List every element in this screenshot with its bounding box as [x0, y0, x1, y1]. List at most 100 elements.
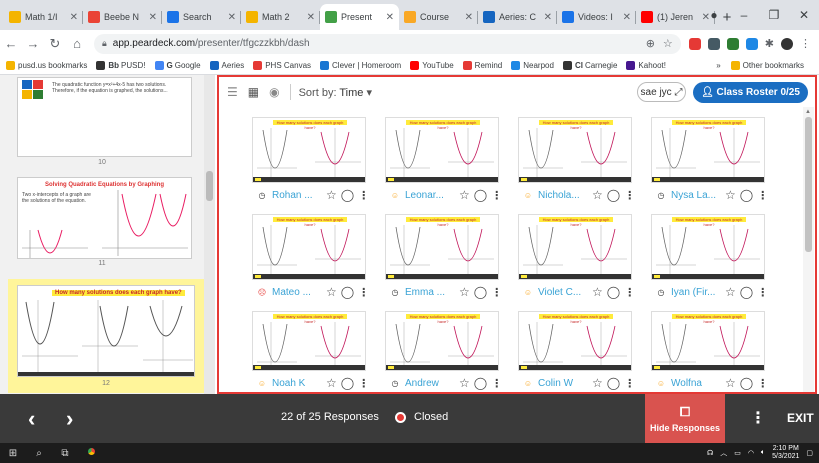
tab-close-icon[interactable]: ✕ — [386, 12, 394, 23]
browser-tab[interactable]: Aeries: C ✕ — [478, 4, 557, 30]
slide-panel-scrollbar[interactable] — [204, 75, 215, 394]
more-bookmarks-button[interactable]: » — [716, 61, 720, 70]
task-view-icon[interactable]: ⧉ — [52, 448, 78, 459]
star-icon[interactable]: ☆ — [459, 285, 470, 299]
student-name[interactable]: Leonar... — [405, 190, 455, 201]
response-grid-scrollbar[interactable]: ▲ — [803, 107, 814, 392]
people-icon[interactable]: ☊ — [707, 449, 713, 457]
extension-icon[interactable] — [688, 37, 701, 50]
avatar[interactable] — [781, 37, 793, 50]
tab-close-icon[interactable]: ✕ — [623, 12, 631, 23]
more-options-icon[interactable]: ⋮ — [491, 286, 502, 299]
star-icon[interactable]: ☆ — [592, 285, 603, 299]
comment-icon[interactable]: ◯ — [341, 376, 354, 390]
tab-close-icon[interactable]: ✕ — [307, 12, 315, 23]
more-options-icon[interactable]: ⋮ — [624, 286, 635, 299]
bookmark-item[interactable]: Aeries — [209, 61, 244, 70]
slide-thumbnail-12[interactable]: How many solutions does each graph have? — [17, 285, 195, 377]
star-icon[interactable]: ☆ — [326, 376, 337, 390]
student-name[interactable]: Iyan (Fir... — [671, 287, 721, 298]
tab-close-icon[interactable]: ✕ — [544, 12, 552, 23]
minimize-button[interactable]: – — [729, 8, 759, 22]
response-thumbnail[interactable]: How many solutions does each graph have? — [252, 214, 366, 280]
student-name[interactable]: Andrew — [405, 378, 455, 389]
tab-close-icon[interactable]: ✕ — [465, 12, 473, 23]
star-icon[interactable]: ☆ — [459, 376, 470, 390]
star-icon[interactable]: ☆ — [326, 285, 337, 299]
comment-icon[interactable]: ◯ — [607, 188, 620, 202]
volume-icon[interactable]: 🔈︎ — [761, 449, 765, 457]
bookmark-item[interactable]: Nearpod — [511, 61, 554, 70]
browser-tab[interactable]: Course ✕ — [399, 4, 478, 30]
student-name[interactable]: Emma ... — [405, 287, 455, 298]
slide-thumbnail-10[interactable]: The quadratic function y=x²+4x-5 has two… — [17, 77, 192, 157]
slide-thumbnail-11[interactable]: Solving Quadratic Equations by Graphing … — [17, 177, 192, 259]
browser-tab[interactable]: Math 1/I ✕ — [4, 4, 83, 30]
star-icon[interactable]: ☆ — [592, 376, 603, 390]
back-icon[interactable]: ← — [0, 36, 22, 51]
hide-responses-button[interactable]: ⧠ Hide Responses — [645, 394, 725, 443]
response-thumbnail[interactable]: How many solutions does each graph have? — [651, 214, 765, 280]
grid-view-icon[interactable]: ▦ — [248, 85, 259, 99]
bookmark-item[interactable]: pusd.us bookmarks — [6, 61, 87, 70]
zoom-icon[interactable]: ⊕ — [646, 37, 655, 50]
student-name[interactable]: Violet C... — [538, 287, 588, 298]
response-thumbnail[interactable]: How many solutions does each graph have? — [518, 311, 632, 371]
student-name[interactable]: Nysa La... — [671, 190, 721, 201]
more-options-icon[interactable]: ⋮ — [491, 189, 502, 202]
sort-dropdown[interactable]: Sort by: Time ▾ — [299, 86, 372, 99]
more-options-icon[interactable]: ⋮ — [757, 189, 768, 202]
response-thumbnail[interactable]: How many solutions does each graph have? — [252, 311, 366, 371]
search-icon[interactable]: ⌕ — [26, 448, 52, 459]
comment-icon[interactable]: ◯ — [341, 188, 354, 202]
more-options-icon[interactable]: ⋮ — [624, 377, 635, 390]
browser-tab[interactable]: Present ✕ — [320, 4, 399, 30]
more-options-icon[interactable]: ⋮ — [750, 408, 766, 428]
notifications-icon[interactable]: ▢ — [806, 449, 813, 457]
clock[interactable]: 2:10 PM 5/3/2021 — [772, 445, 799, 461]
comment-icon[interactable]: ◯ — [740, 188, 753, 202]
extension-icon[interactable] — [726, 37, 739, 50]
tab-close-icon[interactable]: ✕ — [70, 12, 78, 23]
profile-icon[interactable]: ● — [699, 8, 729, 22]
browser-tab[interactable]: Search ✕ — [162, 4, 241, 30]
bookmark-item[interactable]: Clever | Homeroom — [320, 61, 401, 70]
browser-tab[interactable]: Videos: I ✕ — [557, 4, 636, 30]
bookmark-item[interactable]: G Google — [154, 61, 201, 70]
menu-icon[interactable]: ⋮ — [800, 37, 811, 50]
comment-icon[interactable]: ◯ — [740, 376, 753, 390]
response-thumbnail[interactable]: How many solutions does each graph have? — [518, 214, 632, 280]
exit-button[interactable]: EXIT — [787, 411, 814, 425]
star-icon[interactable]: ☆ — [725, 285, 736, 299]
close-window-button[interactable]: ✕ — [789, 8, 819, 22]
eye-icon[interactable]: ◉ — [269, 85, 279, 99]
chevron-up-icon[interactable]: ︿ — [720, 448, 727, 458]
star-icon[interactable]: ☆ — [725, 188, 736, 202]
more-options-icon[interactable]: ⋮ — [358, 189, 369, 202]
chrome-icon[interactable] — [78, 446, 104, 460]
extension-icon[interactable] — [707, 37, 720, 50]
more-options-icon[interactable]: ⋮ — [757, 377, 768, 390]
more-options-icon[interactable]: ⋮ — [624, 189, 635, 202]
responses-status[interactable]: Closed — [395, 411, 448, 423]
student-name[interactable]: Wolfna — [671, 378, 721, 389]
selected-slide-highlight[interactable]: How many solutions does each graph have?… — [8, 279, 204, 393]
bookmark-item[interactable]: Remind — [462, 61, 502, 70]
student-name[interactable]: Rohan ... — [272, 190, 322, 201]
response-thumbnail[interactable]: How many solutions does each graph have? — [518, 117, 632, 183]
bookmark-item[interactable]: Bb PUSD! — [96, 61, 146, 70]
tab-close-icon[interactable]: ✕ — [149, 12, 157, 23]
browser-tab[interactable]: Math 2 ✕ — [241, 4, 320, 30]
response-thumbnail[interactable]: How many solutions does each graph have? — [651, 117, 765, 183]
next-slide-button[interactable]: › — [66, 406, 73, 432]
home-icon[interactable]: ⌂ — [66, 36, 88, 51]
response-thumbnail[interactable]: How many solutions does each graph have? — [385, 311, 499, 371]
more-options-icon[interactable]: ⋮ — [358, 377, 369, 390]
bookmark-item[interactable]: Cl Carnegie — [562, 61, 617, 70]
response-thumbnail[interactable]: How many solutions does each graph have? — [385, 214, 499, 280]
reload-icon[interactable]: ↻ — [44, 36, 66, 52]
tab-close-icon[interactable]: ✕ — [228, 12, 236, 23]
comment-icon[interactable]: ◯ — [341, 285, 354, 299]
comment-icon[interactable]: ◯ — [607, 285, 620, 299]
class-roster-button[interactable]: 👤︎ Class Roster 0/25 — [693, 82, 808, 103]
